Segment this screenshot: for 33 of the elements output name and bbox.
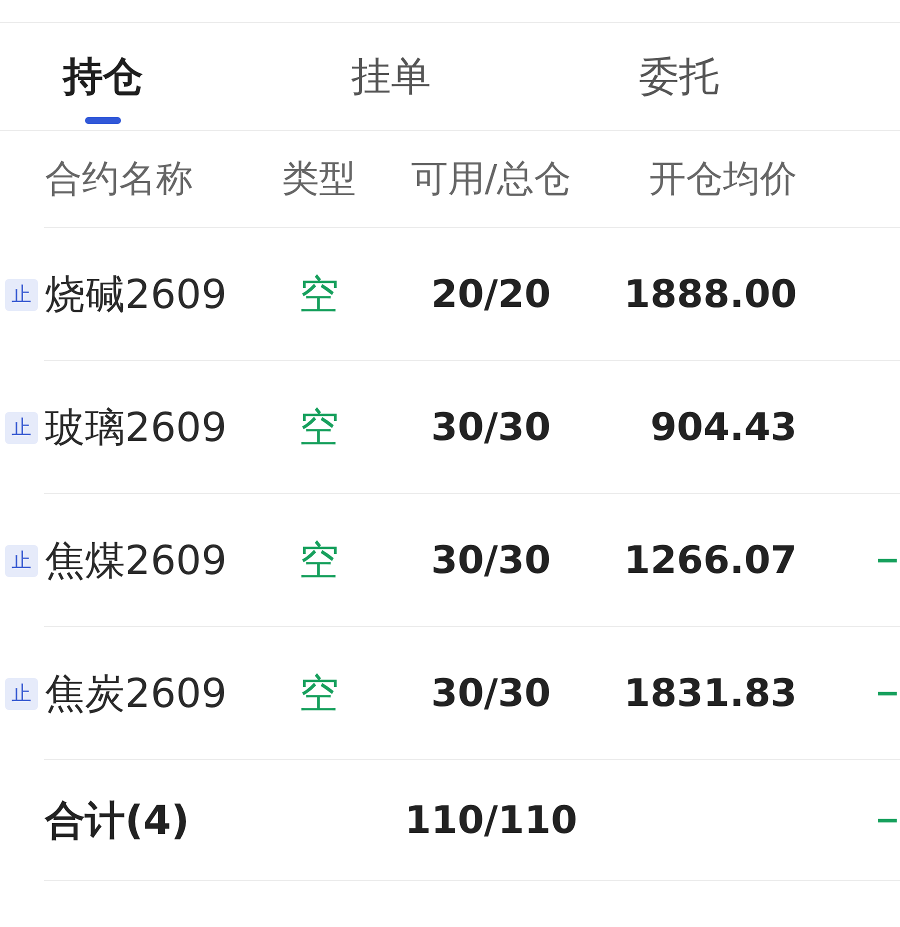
position-type: 空: [299, 270, 339, 320]
stop-tag: 止: [5, 678, 38, 710]
column-header: 类型: [282, 157, 356, 201]
tab[interactable]: 委托: [639, 53, 719, 101]
total-available-total: 110/110: [404, 798, 578, 842]
tab[interactable]: 持仓: [63, 53, 143, 124]
avg-open-price: 1831.83: [624, 671, 797, 715]
avg-open-price: 1266.07: [624, 538, 797, 582]
avg-open-price: 1888.00: [624, 272, 797, 316]
available-total: 30/30: [431, 538, 551, 582]
table-cell: −: [874, 542, 900, 578]
position-type: 空: [299, 670, 339, 718]
available-total: 20/20: [431, 272, 551, 316]
column-header: 可用/总仓: [410, 157, 572, 201]
available-total: 30/30: [431, 671, 551, 715]
tab[interactable]: 挂单: [351, 53, 431, 101]
contract-name: 焦炭2609: [45, 670, 227, 718]
stop-tag: 止: [5, 544, 38, 576]
total-label: 合计(4): [45, 796, 190, 846]
contract-name: 玻璃2609: [45, 404, 227, 452]
position-type: 空: [299, 404, 339, 452]
available-total: 30/30: [431, 405, 551, 449]
stop-tag: 止: [5, 278, 38, 310]
stop-tag: 止: [5, 412, 38, 444]
contract-name: 烧碱2609: [45, 270, 227, 320]
position-type: 空: [299, 536, 339, 586]
contract-name: 焦煤2609: [45, 536, 227, 586]
table-cell: −: [874, 676, 900, 710]
column-header: 开仓均价: [649, 157, 797, 201]
tab-indicator: [85, 117, 121, 124]
avg-open-price: 904.43: [650, 405, 797, 449]
column-header: 合约名称: [45, 157, 193, 201]
table-cell: −: [874, 802, 900, 838]
